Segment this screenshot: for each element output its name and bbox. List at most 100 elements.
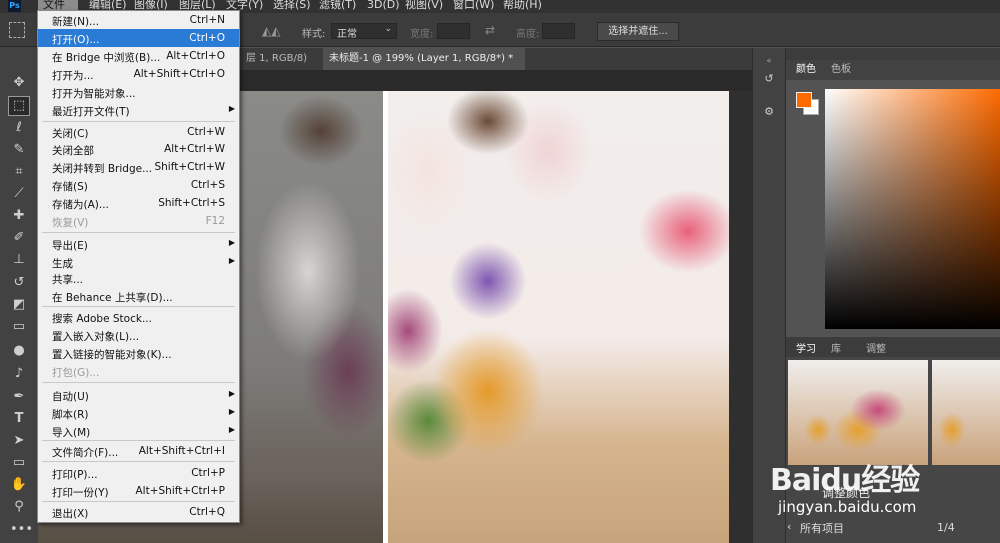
- foreground-color-swatch[interactable]: [796, 92, 812, 108]
- chevron-left-icon[interactable]: ‹: [787, 520, 791, 533]
- menu-item-exit[interactable]: 退出(X) Ctrl+Q: [38, 503, 239, 521]
- move-icon[interactable]: ✥: [10, 74, 28, 92]
- tab-document-1-label: 层 1, RGB/8): [246, 53, 308, 64]
- tab-libraries[interactable]: 库: [831, 340, 841, 355]
- lasso-icon[interactable]: ℓ: [10, 119, 28, 137]
- menu-separator: [42, 501, 235, 502]
- menu-item-import[interactable]: 导入(M) ▶: [38, 422, 239, 440]
- color-picker-field[interactable]: [825, 89, 1000, 329]
- menu-item-save[interactable]: 存储(S) Ctrl+S: [38, 176, 239, 194]
- properties-panel-icon[interactable]: ⚙: [760, 103, 778, 121]
- anti-alias-icon[interactable]: ◭◭: [262, 24, 280, 38]
- path-select-icon[interactable]: ➤: [10, 432, 28, 450]
- menu-item-shortcut: Ctrl+S: [190, 179, 225, 191]
- menu-item-shortcut: Alt+Ctrl+W: [164, 143, 225, 155]
- pen-icon[interactable]: ✒: [10, 388, 28, 406]
- menu-item-place-embedded[interactable]: 置入嵌入对象(L)...: [38, 326, 239, 344]
- menu-item-label: 关闭全部: [52, 145, 94, 157]
- menu-item-label: 置入链接的智能对象(K)...: [52, 349, 172, 361]
- menu-item-label: 恢复(V): [52, 217, 89, 229]
- menu-item-label: 搜索 Adobe Stock...: [52, 313, 152, 325]
- stamp-icon[interactable]: ⊥: [10, 251, 28, 269]
- menu-item-print-one-copy[interactable]: 打印一份(Y) Alt+Shift+Ctrl+P: [38, 482, 239, 500]
- history-panel-icon[interactable]: ↺: [760, 70, 778, 88]
- history-brush-icon[interactable]: ↺: [10, 274, 28, 292]
- menu-help[interactable]: 帮助(H): [503, 0, 542, 12]
- brush-icon[interactable]: ✐: [10, 229, 28, 247]
- swap-icon[interactable]: ⇄: [485, 23, 495, 37]
- menu-3d[interactable]: 3D(D): [367, 0, 400, 12]
- marquee-preset-icon[interactable]: [9, 22, 25, 38]
- all-items-link[interactable]: 所有项目: [800, 520, 844, 536]
- marquee-icon[interactable]: ⬚: [8, 96, 30, 116]
- menu-item-automate[interactable]: 自动(U) ▶: [38, 386, 239, 404]
- menu-item-scripts[interactable]: 脚本(R) ▶: [38, 404, 239, 422]
- menu-item-close-and-go-to-bridge[interactable]: 关闭并转到 Bridge... Shift+Ctrl+W: [38, 158, 239, 176]
- menu-item-open-recent[interactable]: 最近打开文件(T) ▶: [38, 101, 239, 119]
- menu-item-shortcut: Ctrl+P: [191, 467, 225, 479]
- tab-color[interactable]: 颜色: [796, 60, 816, 80]
- select-and-mask-button[interactable]: 选择并遮住...: [597, 22, 679, 41]
- watermark-logo: Baidu经验: [770, 463, 920, 498]
- menu-item-share-on-behance[interactable]: 在 Behance 上共享(D)...: [38, 287, 239, 305]
- style-select[interactable]: 正常 ⌄: [331, 23, 397, 40]
- healing-icon[interactable]: ✚: [10, 207, 28, 225]
- zoom-icon[interactable]: ⚲: [10, 498, 28, 516]
- menu-item-close[interactable]: 关闭(C) Ctrl+W: [38, 123, 239, 141]
- color-panel-tabs: [786, 60, 1000, 80]
- menu-item-file-info[interactable]: 文件简介(F)... Alt+Shift+Ctrl+I: [38, 442, 239, 460]
- menu-filter[interactable]: 滤镜(T): [319, 0, 356, 12]
- submenu-arrow-icon: ▶: [228, 425, 235, 434]
- blur-icon[interactable]: ●: [10, 342, 28, 360]
- tab-document-1[interactable]: 层 1, RGB/8) ×: [240, 48, 322, 86]
- menu-item-shortcut: Alt+Shift+Ctrl+P: [135, 485, 226, 497]
- tab-document-2-label: 未标题-1 @ 199% (Layer 1, RGB/8*) *: [329, 53, 514, 64]
- gradient-icon[interactable]: ▭: [10, 318, 28, 336]
- panel-header: [786, 48, 1000, 60]
- height-input[interactable]: [542, 23, 575, 39]
- menu-item-shortcut: Shift+Ctrl+S: [158, 197, 225, 209]
- submenu-arrow-icon: ▶: [228, 256, 235, 265]
- menu-item-shortcut: Ctrl+Q: [189, 506, 225, 518]
- type-icon[interactable]: T: [10, 410, 28, 428]
- tab-document-2[interactable]: 未标题-1 @ 199% (Layer 1, RGB/8*) * ×: [323, 48, 525, 86]
- menu-item-label: 导出(E): [52, 240, 88, 252]
- photoshop-logo-icon: Ps: [8, 0, 21, 12]
- menu-item-print[interactable]: 打印(P)... Ctrl+P: [38, 464, 239, 482]
- menu-item-open-as[interactable]: 打开为... Alt+Shift+Ctrl+O: [38, 65, 239, 83]
- submenu-arrow-icon: ▶: [228, 389, 235, 398]
- menu-item-open[interactable]: 打开(O)... Ctrl+O: [38, 29, 239, 47]
- menu-item-label: 存储为(A)...: [52, 199, 109, 211]
- menu-window[interactable]: 窗口(W): [453, 0, 494, 12]
- hand-icon[interactable]: ✋: [10, 476, 28, 494]
- quick-select-icon[interactable]: ✎: [10, 141, 28, 159]
- menu-item-new[interactable]: 新建(N)... Ctrl+N: [38, 11, 239, 29]
- menu-item-export[interactable]: 导出(E) ▶: [38, 235, 239, 253]
- tutorial-thumbnail[interactable]: [788, 360, 928, 465]
- menu-item-label: 打印一份(Y): [52, 487, 109, 499]
- tab-learn[interactable]: 学习: [796, 340, 816, 355]
- eyedropper-icon[interactable]: ⟋: [10, 185, 28, 203]
- menu-item-search-adobe-stock[interactable]: 搜索 Adobe Stock...: [38, 308, 239, 326]
- more-icon[interactable]: •••: [10, 521, 33, 539]
- rectangle-icon[interactable]: ▭: [10, 454, 28, 472]
- menu-item-shortcut: Alt+Shift+Ctrl+I: [138, 445, 225, 457]
- tab-swatches[interactable]: 色板: [831, 60, 851, 80]
- menu-select[interactable]: 选择(S): [273, 0, 311, 12]
- menu-item-browse-in-bridge[interactable]: 在 Bridge 中浏览(B)... Alt+Ctrl+O: [38, 47, 239, 65]
- crop-icon[interactable]: ⌗: [10, 163, 28, 181]
- eraser-icon[interactable]: ◩: [10, 296, 28, 314]
- watermark-url: jingyan.baidu.com: [778, 498, 917, 516]
- menu-item-place-linked[interactable]: 置入链接的智能对象(K)...: [38, 344, 239, 362]
- tab-adjustments[interactable]: 调整: [866, 340, 886, 355]
- width-input[interactable]: [437, 23, 470, 39]
- menu-view[interactable]: 视图(V): [405, 0, 443, 12]
- tutorial-thumbnail[interactable]: [932, 360, 1000, 465]
- menu-item-share[interactable]: 共享...: [38, 269, 239, 287]
- menu-item-close-all[interactable]: 关闭全部 Alt+Ctrl+W: [38, 140, 239, 158]
- submenu-arrow-icon: ▶: [228, 407, 235, 416]
- menu-item-save-as[interactable]: 存储为(A)... Shift+Ctrl+S: [38, 194, 239, 212]
- menu-separator: [42, 306, 235, 307]
- menu-item-open-as-smart-object[interactable]: 打开为智能对象...: [38, 83, 239, 101]
- dodge-icon[interactable]: ♪: [10, 365, 28, 383]
